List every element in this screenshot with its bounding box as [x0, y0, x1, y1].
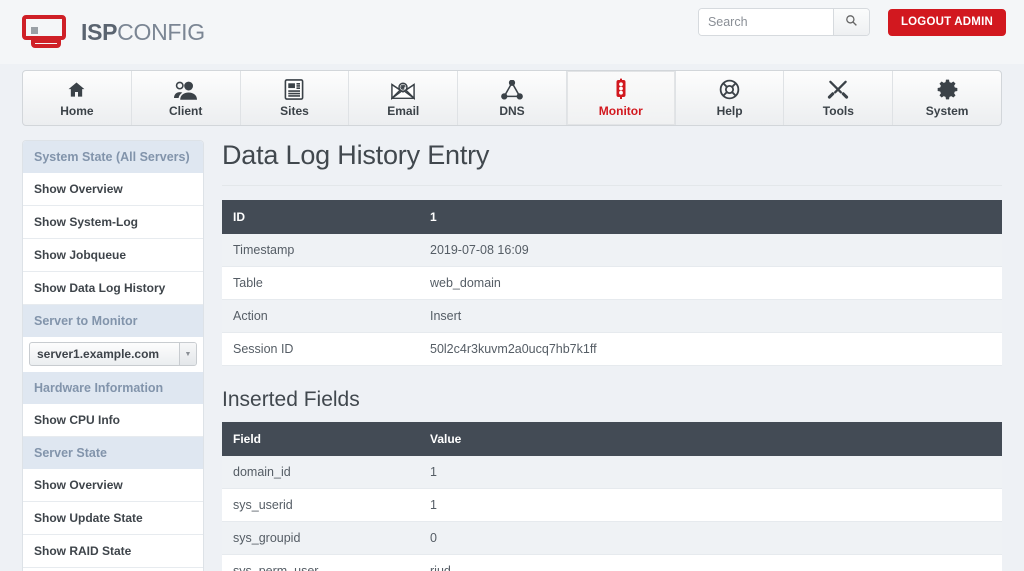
- traffic-light-icon: [614, 78, 628, 100]
- row-label: Action: [222, 300, 419, 333]
- inserted-fields-table: Field Value domain_id 1 sys_userid 1 sys…: [222, 422, 1002, 571]
- row-value: 50l2c4r3kuvm2a0ucq7hb7k1ff: [419, 333, 1002, 366]
- logo-text-bold: ISP: [81, 19, 117, 45]
- row-value: 1: [419, 456, 1002, 489]
- sidebar-group-title-server-state: Server State: [23, 437, 203, 469]
- logo-text: ISPCONFIG: [81, 21, 205, 44]
- table-row: Timestamp 2019-07-08 16:09: [222, 234, 1002, 267]
- table-header-id-value: 1: [419, 200, 1002, 234]
- row-value: 0: [419, 522, 1002, 555]
- header-actions: LOGOUT ADMIN: [698, 8, 1006, 36]
- row-value: 2019-07-08 16:09: [419, 234, 1002, 267]
- sidebar-item-show-system-log[interactable]: Show System-Log: [23, 206, 203, 239]
- logo-text-light: CONFIG: [117, 19, 205, 45]
- document-icon: [284, 78, 304, 100]
- row-label: Timestamp: [222, 234, 419, 267]
- home-icon: [66, 78, 87, 100]
- sidebar-item-show-data-log-history[interactable]: Show Data Log History: [23, 272, 203, 305]
- sidebar-group-title-hardware-information: Hardware Information: [23, 372, 203, 404]
- sidebar-item-show-overview[interactable]: Show Overview: [23, 173, 203, 206]
- sidebar-group-title-server-to-monitor: Server to Monitor: [23, 305, 203, 337]
- table-row: Table web_domain: [222, 267, 1002, 300]
- nav-tab-label: Tools: [823, 104, 854, 118]
- nav-tab-email[interactable]: Email: [349, 71, 458, 125]
- search-icon: [845, 14, 858, 30]
- page-title: Data Log History Entry: [222, 140, 1002, 186]
- inserted-fields-title: Inserted Fields: [222, 388, 1002, 412]
- nav-tab-help[interactable]: Help: [676, 71, 785, 125]
- row-label: Session ID: [222, 333, 419, 366]
- search-input[interactable]: [699, 9, 833, 35]
- sidebar-item-show-update-state[interactable]: Show Update State: [23, 502, 203, 535]
- nav-tab-client[interactable]: Client: [132, 71, 241, 125]
- nav-tab-label: Help: [717, 104, 743, 118]
- server-select[interactable]: server1.example.com ▼: [29, 342, 197, 366]
- nav-tab-dns[interactable]: DNS: [458, 71, 567, 125]
- chevron-down-icon: ▼: [179, 343, 196, 365]
- nav-tab-home[interactable]: Home: [23, 71, 132, 125]
- table-header-row: Field Value: [222, 422, 1002, 456]
- nav-tab-label: System: [926, 104, 969, 118]
- table-row: Action Insert: [222, 300, 1002, 333]
- main-content: Data Log History Entry ID 1 Timestamp 20…: [222, 140, 1002, 571]
- nav-tab-label: Email: [387, 104, 419, 118]
- table-row: Session ID 50l2c4r3kuvm2a0ucq7hb7k1ff: [222, 333, 1002, 366]
- table-header-field: Field: [222, 422, 419, 456]
- nav-tab-system[interactable]: System: [893, 71, 1001, 125]
- sidebar-group-title-system-state: System State (All Servers): [23, 141, 203, 173]
- envelope-at-icon: [391, 78, 415, 100]
- search-button[interactable]: [833, 9, 869, 35]
- row-value: riud: [419, 555, 1002, 571]
- nav-tab-monitor[interactable]: Monitor: [567, 71, 676, 125]
- row-field: sys_perm_user: [222, 555, 419, 571]
- logo: ISPCONFIG: [22, 15, 205, 49]
- search-group: [698, 8, 870, 36]
- table-row: sys_groupid 0: [222, 522, 1002, 555]
- row-value: Insert: [419, 300, 1002, 333]
- row-field: sys_groupid: [222, 522, 419, 555]
- main-navigation: Home Client Sites: [22, 70, 1002, 126]
- table-header-value: Value: [419, 422, 1002, 456]
- row-value: 1: [419, 489, 1002, 522]
- gear-icon: [937, 78, 958, 100]
- server-select-wrap: server1.example.com ▼: [23, 337, 203, 372]
- row-label: Table: [222, 267, 419, 300]
- row-value: web_domain: [419, 267, 1002, 300]
- table-row: sys_userid 1: [222, 489, 1002, 522]
- nav-tab-label: Monitor: [599, 104, 643, 118]
- network-nodes-icon: [501, 78, 523, 100]
- wrench-screwdriver-icon: [827, 78, 849, 100]
- nav-tab-tools[interactable]: Tools: [784, 71, 893, 125]
- app-header: ISPCONFIG LOGOUT ADMIN: [0, 0, 1024, 64]
- data-log-entry-table: ID 1 Timestamp 2019-07-08 16:09 Table we…: [222, 200, 1002, 366]
- table-header-row: ID 1: [222, 200, 1002, 234]
- logout-button[interactable]: LOGOUT ADMIN: [888, 9, 1006, 36]
- sidebar-item-show-jobqueue[interactable]: Show Jobqueue: [23, 239, 203, 272]
- table-header-id: ID: [222, 200, 419, 234]
- monitor-screen-icon: [22, 15, 70, 49]
- row-field: sys_userid: [222, 489, 419, 522]
- row-field: domain_id: [222, 456, 419, 489]
- life-ring-icon: [719, 78, 740, 100]
- nav-tab-sites[interactable]: Sites: [241, 71, 350, 125]
- sidebar-item-show-raid-state[interactable]: Show RAID State: [23, 535, 203, 568]
- table-row: sys_perm_user riud: [222, 555, 1002, 571]
- nav-tab-label: Home: [60, 104, 93, 118]
- nav-tab-label: Sites: [280, 104, 309, 118]
- table-row: domain_id 1: [222, 456, 1002, 489]
- sidebar: System State (All Servers) Show Overview…: [22, 140, 204, 571]
- nav-tab-label: Client: [169, 104, 202, 118]
- nav-tab-label: DNS: [499, 104, 524, 118]
- sidebar-item-show-cpu-info[interactable]: Show CPU Info: [23, 404, 203, 437]
- page-body: System State (All Servers) Show Overview…: [0, 126, 1024, 571]
- users-icon: [174, 78, 197, 100]
- server-select-value: server1.example.com: [30, 347, 179, 361]
- sidebar-item-show-overview-server[interactable]: Show Overview: [23, 469, 203, 502]
